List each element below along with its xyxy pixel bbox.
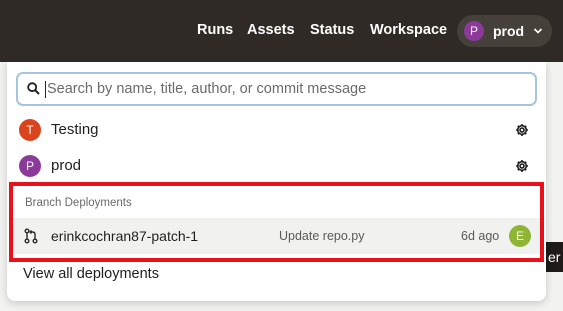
- branch-name: erinkcochran87-patch-1: [51, 228, 199, 244]
- branch-deployments-section: Branch Deployments erinkcochran87-patch-…: [9, 182, 544, 262]
- workspace-name: prod: [51, 157, 82, 174]
- background-fragment: er: [545, 242, 563, 272]
- nav-workspace[interactable]: Workspace: [370, 22, 447, 38]
- author-avatar: E: [509, 225, 531, 247]
- gear-icon[interactable]: [515, 159, 529, 173]
- workspace-switcher-label: prod: [493, 23, 525, 39]
- git-branch-icon: [24, 228, 38, 244]
- workspace-name: Testing: [51, 121, 99, 138]
- commit-message: Update repo.py: [279, 229, 365, 243]
- top-navigation-bar: Runs Assets Status Workspace P prod: [0, 0, 563, 62]
- nav-runs[interactable]: Runs: [197, 22, 233, 38]
- workspace-avatar: P: [19, 155, 41, 177]
- workspace-item-prod[interactable]: P prod: [7, 150, 546, 182]
- search-box[interactable]: [16, 72, 537, 106]
- search-input[interactable]: [47, 76, 527, 102]
- branch-deployments-heading: Branch Deployments: [25, 197, 132, 209]
- gear-icon[interactable]: [515, 123, 529, 137]
- nav-assets[interactable]: Assets: [247, 22, 295, 38]
- workspace-dropdown-menu: T Testing P prod Branch Deployments: [7, 62, 546, 301]
- view-all-deployments-link[interactable]: View all deployments: [23, 266, 159, 282]
- text-caret: [45, 81, 46, 98]
- nav-status[interactable]: Status: [310, 22, 354, 38]
- workspace-avatar: T: [19, 119, 41, 141]
- workspace-avatar: P: [464, 21, 484, 41]
- workspace-switcher-button[interactable]: P prod: [457, 15, 552, 47]
- branch-deployment-item[interactable]: erinkcochran87-patch-1 Update repo.py 6d…: [9, 218, 544, 254]
- search-icon: [27, 82, 40, 95]
- commit-time: 6d ago: [461, 229, 500, 243]
- workspace-item-testing[interactable]: T Testing: [7, 114, 546, 146]
- chevron-down-icon: [533, 28, 543, 34]
